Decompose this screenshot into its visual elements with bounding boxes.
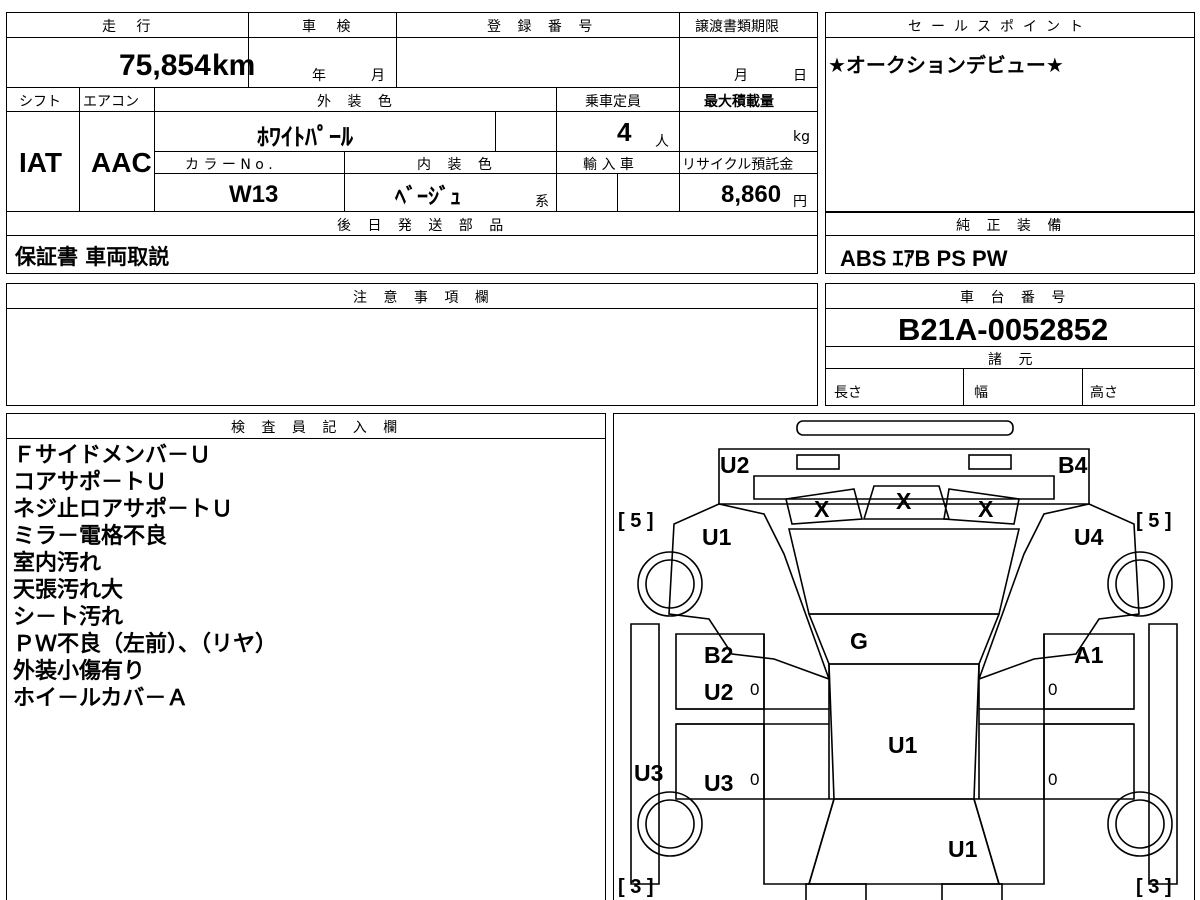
transfer-month: 月	[734, 68, 748, 84]
spec-label: 諸 元	[988, 352, 1039, 368]
capacity-unit: 人	[655, 134, 669, 150]
later-parts-text: 保証書 車両取説	[15, 245, 170, 269]
mark-u2-front: U2	[720, 452, 750, 478]
mark-u1-roof: U1	[888, 732, 918, 758]
mark-u3-side: U3	[634, 760, 664, 786]
notes-panel: 注 意 事 項 欄	[6, 283, 818, 406]
sales-point-panel: セールスポイント ★オークションデビュー★	[825, 12, 1195, 212]
tire-front-left-tread: [ 5 ]	[618, 510, 654, 532]
exterior-color-label: 外 装 色	[317, 94, 398, 110]
color-number-value: W13	[229, 181, 279, 208]
interior-color-suffix: 系	[535, 194, 549, 210]
mark-x-left: X	[814, 496, 830, 522]
inspector-panel: 検 査 員 記 入 欄 Ｆサイドメンバ－Ｕ コアサポ－トＵ ネジ止ロアサポ－トＵ…	[6, 413, 606, 900]
mark-b2: B2	[704, 642, 734, 668]
mark-x-middle: X	[896, 488, 912, 514]
color-number-label: カ ラ ー N o .	[185, 157, 273, 173]
chassis-number: B21A-0052852	[898, 312, 1109, 347]
list-item: ホイ－ルカバ－Ａ	[13, 686, 189, 711]
width-label: 幅	[974, 385, 988, 401]
later-parts-label: 後 日 発 送 部 品	[337, 218, 510, 234]
chassis-panel: 車 台 番 号 B21A-0052852 諸 元 長さ 幅 高さ	[825, 283, 1195, 406]
vehicle-info-table: 走 行 車 検 登 録 番 号 譲渡書類期限 75,854 km 年 月 月 日…	[6, 12, 818, 274]
mileage-label: 走 行	[102, 19, 159, 35]
door-mark-zero: 0	[750, 680, 760, 699]
shift-value: IAT	[19, 147, 63, 178]
max-load-label: 最大積載量	[704, 94, 774, 110]
inspector-label: 検 査 員 記 入 欄	[231, 420, 404, 436]
shaken-year: 年	[312, 68, 326, 84]
shaken-month: 月	[371, 68, 385, 84]
list-item: 室内汚れ	[13, 551, 102, 576]
length-label: 長さ	[834, 385, 862, 401]
door-mark-zero: 0	[1048, 680, 1058, 699]
car-outline-diagram	[630, 420, 1178, 900]
list-item: ミラ－電格不良	[13, 524, 168, 549]
standard-equipment-panel: 純 正 装 備 ABS ｴｱB PS PW	[825, 212, 1195, 274]
capacity-label: 乗車定員	[585, 94, 641, 110]
recycle-fee-unit: 円	[793, 194, 807, 210]
max-load-unit: kg	[793, 129, 810, 145]
import-label: 輸 入 車	[583, 157, 634, 173]
mark-u4: U4	[1074, 524, 1104, 550]
ac-value: AAC	[91, 147, 152, 178]
chassis-label: 車 台 番 号	[960, 290, 1072, 306]
list-item: ネジ止ロアサポ－トＵ	[13, 497, 234, 522]
mark-g: G	[850, 628, 868, 654]
mileage-value: 75,854	[119, 49, 211, 82]
door-mark-zero: 0	[750, 770, 760, 789]
recycle-fee-value: 8,860	[721, 181, 782, 208]
mark-u1-rear: U1	[948, 836, 978, 862]
sales-point-text: ★オークションデビュー★	[828, 53, 1064, 77]
interior-color-label: 内 装 色	[417, 157, 498, 173]
list-item: Ｆサイドメンバ－Ｕ	[13, 443, 212, 468]
recycle-fee-label: リサイクル預託金	[682, 157, 794, 173]
transfer-deadline-label: 譲渡書類期限	[695, 19, 779, 35]
notes-label: 注 意 事 項 欄	[353, 290, 495, 306]
mark-a1: A1	[1074, 642, 1104, 668]
list-item: 外装小傷有り	[13, 659, 146, 684]
sales-point-label: セールスポイント	[908, 19, 1092, 35]
interior-color-value: ﾍﾞｰｼﾞｭ	[395, 184, 462, 209]
list-item: 天張汚れ大	[13, 578, 124, 603]
transfer-day: 日	[793, 68, 807, 84]
tire-front-right-tread: [ 5 ]	[1136, 510, 1172, 532]
list-item: コアサポ－トＵ	[13, 470, 168, 495]
list-item: ＰＷ不良（左前）、（リヤ）	[13, 632, 278, 657]
standard-equipment-text: ABS ｴｱB PS PW	[840, 246, 1008, 271]
tire-rear-right-tread: [ 3 ]	[1136, 876, 1172, 898]
shaken-label: 車 検	[302, 19, 359, 35]
registration-label: 登 録 番 号	[487, 19, 599, 35]
ac-label: エアコン	[83, 94, 139, 110]
shift-label: シフト	[19, 94, 61, 110]
height-label: 高さ	[1090, 385, 1118, 401]
standard-equipment-label: 純 正 装 備	[956, 218, 1068, 234]
mark-u2-door: U2	[704, 679, 734, 705]
mileage-unit: km	[212, 49, 256, 82]
inspector-lines: Ｆサイドメンバ－Ｕ コアサポ－トＵ ネジ止ロアサポ－トＵ ミラ－電格不良 室内汚…	[13, 442, 277, 712]
exterior-color-value: ﾎﾜｲﾄﾊﾟｰﾙ	[257, 124, 353, 151]
mark-u3-rear-door: U3	[704, 770, 734, 796]
tire-rear-left-tread: [ 3 ]	[618, 876, 654, 898]
car-diagram-panel: [ 5 ] [ 5 ] [ 3 ] [ 3 ] U2 B4 X X X U1 U…	[613, 413, 1195, 900]
mark-b4: B4	[1058, 452, 1088, 478]
list-item: シ－ト汚れ	[13, 605, 124, 630]
mark-u1-front-left: U1	[702, 524, 732, 550]
capacity-value: 4	[617, 117, 632, 147]
door-mark-zero: 0	[1048, 770, 1058, 789]
mark-x-right: X	[978, 496, 994, 522]
